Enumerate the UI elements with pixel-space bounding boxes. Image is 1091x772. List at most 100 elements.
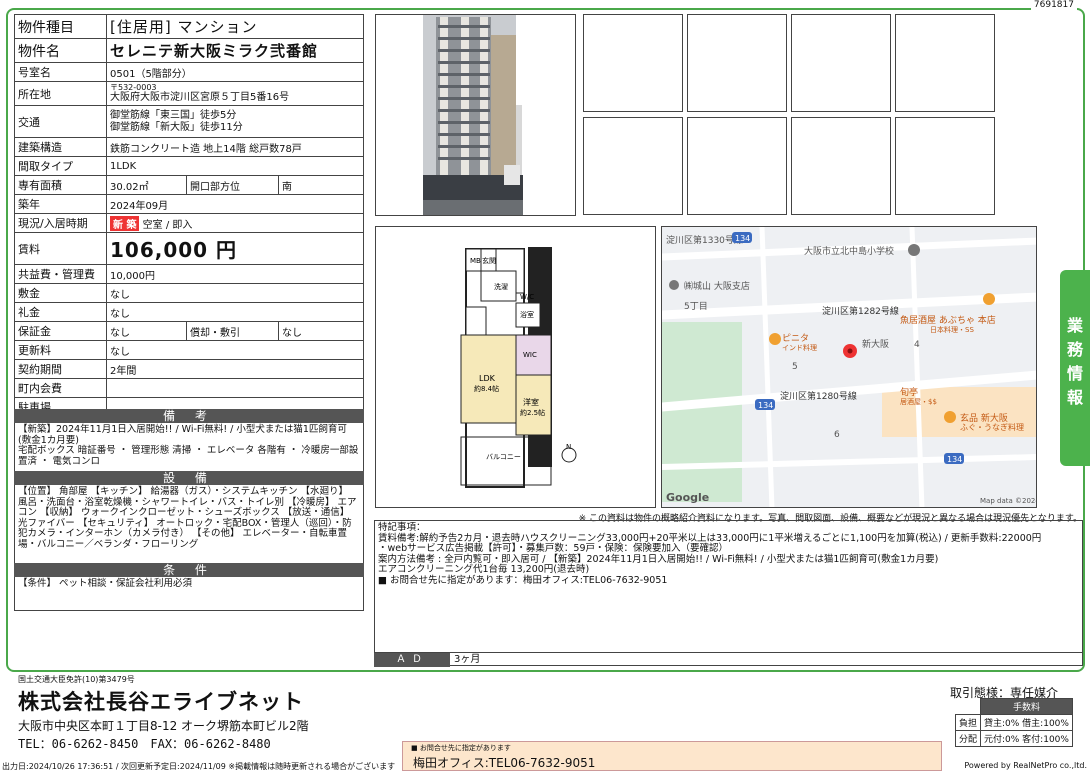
map-image: 淀川区第1330号線 134 大阪市立北中島小学校 ㈱城山 大阪支店 5丁目 淀…: [662, 227, 1036, 507]
ad-label: ＡＤ: [374, 653, 450, 667]
map-label-route-134-bottom: 134: [947, 455, 962, 464]
google-logo: Google: [666, 491, 709, 504]
town-fee-value: [106, 378, 364, 398]
contact-note: ■ お問合せ先に指定があります: [411, 744, 511, 752]
layout-label: 間取タイプ: [14, 156, 107, 176]
map-label-route-134-top: 134: [735, 234, 750, 243]
structure-value: 鉄筋コンクリート造 地上14階 総戸数78戸: [106, 137, 364, 157]
property-table: 物件種目 [住居用] マンション 物件名 セレニテ新大阪ミラク弐番館 号室名 0…: [14, 14, 364, 417]
map-label-school: 大阪市立北中島小学校: [804, 245, 894, 257]
photo-thumbnail-4[interactable]: [895, 14, 995, 112]
conditions-text: 【条件】 ペット相談・保証会社利用必須: [14, 577, 364, 611]
contact-box: ■ お問合せ先に指定があります 梅田オフィス:TEL06-7632-9051: [402, 741, 942, 771]
address-cell: 〒532-0003 大阪府大阪市淀川区宮原５丁目5番16号: [106, 81, 364, 106]
key-money-label: 礼金: [14, 302, 107, 322]
business-info-tab[interactable]: 業 務 情 報: [1060, 270, 1090, 466]
special-notes: 特記事項： 賃料備考:解約予告2カ月・退去時ハウスクリーニング33,000円+2…: [374, 520, 1083, 666]
restaurant-pin-icon-3: [944, 411, 956, 423]
map-label-block-4: 4: [914, 340, 920, 350]
map-label-pinita: ピニタ: [782, 333, 809, 344]
address-zip: 〒532-0003: [110, 83, 157, 92]
equipment-text: 【位置】 角部屋 【キッチン】 給湯器（ガス）・システムキッチン 【水廻り】 風…: [14, 485, 364, 563]
photo-thumbnail-2[interactable]: [687, 14, 787, 112]
built-value: 2024年09月: [106, 194, 364, 214]
reference-number: 7691817: [1030, 0, 1077, 10]
equipment-section: 設 備 【位置】 角部屋 【キッチン】 給湯器（ガス）・システムキッチン 【水廻…: [14, 471, 364, 563]
direction-value: 南: [278, 175, 364, 195]
access-line-2: 御堂筋線「新大阪」徒歩11分: [110, 121, 243, 133]
conditions-section: 条 件 【条件】 ペット相談・保証会社利用必須: [14, 563, 364, 611]
photo-thumbnail-8[interactable]: [895, 117, 995, 215]
floor-plan-label-ldk: LDK: [479, 374, 496, 383]
company-info: 国土交通大臣免許(10)第3479号 株式会社長谷エライブネット 大阪市中央区本…: [18, 674, 309, 752]
company-address: 大阪市中央区本町１丁目8-12 オーク堺筋本町ビル2階: [18, 719, 309, 733]
floor-plan-drawing: MB 玄関 洗濯 浴室 W/C LDK 約8.4帖 洋室 約2.5帖 WIC バ…: [460, 247, 577, 488]
property-name: セレニテ新大阪ミラク弐番館: [106, 38, 364, 63]
deposit-value: なし: [106, 283, 364, 303]
map-label-block-5: 5: [792, 362, 798, 372]
fee-split-value: 元付:0% 客付:100%: [980, 730, 1073, 747]
floor-plan-label-balcony: バルコニー: [486, 453, 521, 461]
map-label-izakaya-abucha: 魚居酒屋 あぶちゃ 本店: [900, 314, 996, 326]
photo-thumbnail-3[interactable]: [791, 14, 891, 112]
map-label-indian-cuisine: インド料理: [782, 343, 817, 352]
rent-label: 賃料: [14, 232, 107, 265]
direction-label: 開口部方位: [186, 175, 279, 195]
side-tab-char-1: 業: [1066, 316, 1083, 335]
layout-value: 1LDK: [106, 156, 364, 176]
name-label: 物件名: [14, 38, 107, 63]
type-value: [住居用] マンション: [106, 14, 364, 39]
map-label-road-1330: 淀川区第1330号線: [666, 234, 743, 246]
area-value: 30.02㎡: [106, 175, 187, 195]
school-pin-icon: [908, 244, 920, 256]
photo-thumbnail-1[interactable]: [583, 14, 683, 112]
floor-plan-label-ldk-size: 約8.4帖: [474, 384, 499, 393]
map-label-shuntei: 旬亭: [900, 386, 918, 398]
equipment-title: 設 備: [14, 471, 364, 485]
area-label: 専有面積: [14, 175, 107, 195]
contact-main: 梅田オフィス:TEL06-7632-9051: [413, 756, 596, 770]
floor-plan-label-mb: MB: [470, 257, 481, 265]
type-label: 物件種目: [14, 14, 107, 39]
access-cell: 御堂筋線「東三国」徒歩5分 御堂筋線「新大阪」徒歩11分: [106, 105, 364, 138]
side-tab-char-2: 務: [1066, 340, 1083, 359]
renewal-label: 更新料: [14, 340, 107, 360]
notes-line-5: ■ お問合せ先に指定があります：梅田オフィス:TEL06-7632-9051: [378, 574, 668, 586]
key-money-value: なし: [106, 302, 364, 322]
map-label-5chome: 5丁目: [684, 301, 708, 312]
contract-label: 契約期間: [14, 359, 107, 379]
map-label-izakaya: 居酒屋・$$: [900, 398, 937, 406]
town-fee-label: 町内会費: [14, 378, 107, 398]
side-tab-char-3: 情: [1066, 364, 1083, 383]
side-tab-char-4: 報: [1066, 388, 1083, 407]
photo-thumbnail-7[interactable]: [791, 117, 891, 215]
ad-row: ＡＤ 3ヶ月: [374, 652, 1083, 667]
amortization-label: 償却・敷引: [186, 321, 279, 341]
building-photo-image: [423, 15, 523, 215]
photo-thumbnail-6[interactable]: [687, 117, 787, 215]
amortization-value: なし: [278, 321, 364, 341]
fee-header: 手数料: [980, 698, 1073, 715]
remarks-title: 備 考: [14, 409, 364, 423]
remarks-section: 備 考 【新築】2024年11月1日入居開始!! / Wi-Fi無料! / 小型…: [14, 409, 364, 471]
map-label-block-6: 6: [834, 430, 840, 440]
map-label-fugu: ふぐ・うなぎ料理: [960, 422, 1024, 432]
mgmt-fee-label: 共益費・管理費: [14, 264, 107, 284]
room-label: 号室名: [14, 62, 107, 82]
access-line-1: 御堂筋線「東三国」徒歩5分: [110, 109, 237, 121]
company-name: 株式会社長谷エライブネット: [18, 690, 304, 714]
location-map[interactable]: 淀川区第1330号線 134 大阪市立北中島小学校 ㈱城山 大阪支店 5丁目 淀…: [661, 226, 1037, 508]
floor-plan-label-entrance: 玄関: [482, 256, 496, 265]
deposit-label: 敷金: [14, 283, 107, 303]
fee-burden-label: 負担: [954, 714, 982, 731]
north-label: N: [566, 443, 571, 451]
restaurant-pin-icon-2: [769, 333, 781, 345]
address-label: 所在地: [14, 81, 107, 106]
photo-thumbnail-5[interactable]: [583, 117, 683, 215]
built-label: 築年: [14, 194, 107, 214]
notes-title: 特記事項：: [378, 522, 426, 533]
map-label-road-1282: 淀川区第1282号線: [822, 305, 899, 317]
place-pin-icon: [669, 280, 679, 290]
fee-burden-value: 貸主:0% 借主:100%: [980, 714, 1073, 731]
map-label-road-1280: 淀川区第1280号線: [780, 390, 857, 402]
